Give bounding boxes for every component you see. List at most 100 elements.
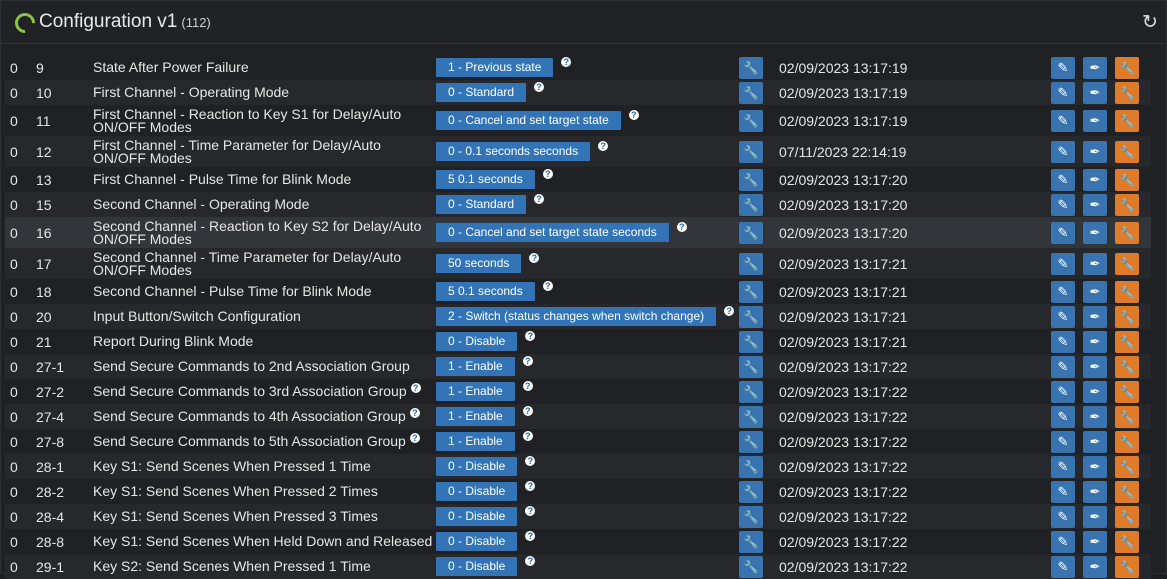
question-icon[interactable]: ?: [409, 432, 420, 443]
value-badge[interactable]: 5 0.1 seconds: [436, 282, 535, 301]
wrench-icon[interactable]: 🔧: [739, 505, 763, 528]
question-icon[interactable]: ?: [534, 193, 545, 204]
value-badge[interactable]: 1 - Enable: [436, 432, 515, 451]
value-badge[interactable]: 1 - Enable: [436, 407, 515, 426]
pencil-icon[interactable]: ✎: [1051, 193, 1075, 216]
wrench-icon[interactable]: 🔧: [739, 455, 763, 478]
value-badge[interactable]: 0 - Standard: [436, 195, 527, 214]
wrench-icon[interactable]: 🔧: [1115, 530, 1139, 553]
value-badge[interactable]: 0 - Disable: [436, 532, 518, 551]
wrench-icon[interactable]: 🔧: [739, 56, 763, 79]
eyedropper-icon[interactable]: ✒: [1083, 193, 1107, 216]
question-icon[interactable]: ?: [561, 56, 572, 67]
wrench-icon[interactable]: 🔧: [1115, 480, 1139, 503]
wrench-icon[interactable]: 🔧: [1115, 221, 1139, 244]
wrench-icon[interactable]: 🔧: [739, 81, 763, 104]
eyedropper-icon[interactable]: ✒: [1083, 505, 1107, 528]
pencil-icon[interactable]: ✎: [1051, 252, 1075, 275]
wrench-icon[interactable]: 🔧: [1115, 430, 1139, 453]
pencil-icon[interactable]: ✎: [1051, 430, 1075, 453]
question-icon[interactable]: ?: [522, 405, 533, 416]
pencil-icon[interactable]: ✎: [1051, 355, 1075, 378]
value-badge[interactable]: 0 - Disable: [436, 457, 518, 476]
value-badge[interactable]: 50 seconds: [436, 254, 522, 273]
pencil-icon[interactable]: ✎: [1051, 330, 1075, 353]
question-icon[interactable]: ?: [525, 480, 536, 491]
pencil-icon[interactable]: ✎: [1051, 221, 1075, 244]
wrench-icon[interactable]: 🔧: [1115, 455, 1139, 478]
wrench-icon[interactable]: 🔧: [1115, 555, 1139, 578]
wrench-icon[interactable]: 🔧: [1115, 355, 1139, 378]
eyedropper-icon[interactable]: ✒: [1083, 405, 1107, 428]
pencil-icon[interactable]: ✎: [1051, 81, 1075, 104]
wrench-icon[interactable]: 🔧: [1115, 109, 1139, 132]
question-icon[interactable]: ?: [409, 407, 420, 418]
wrench-icon[interactable]: 🔧: [739, 252, 763, 275]
value-badge[interactable]: 0 - 0.1 seconds seconds: [436, 142, 591, 161]
pencil-icon[interactable]: ✎: [1051, 305, 1075, 328]
question-icon[interactable]: ?: [525, 530, 536, 541]
value-badge[interactable]: 1 - Enable: [436, 357, 515, 376]
eyedropper-icon[interactable]: ✒: [1083, 221, 1107, 244]
pencil-icon[interactable]: ✎: [1051, 140, 1075, 163]
value-badge[interactable]: 1 - Enable: [436, 382, 515, 401]
question-icon[interactable]: ?: [525, 555, 536, 566]
wrench-icon[interactable]: 🔧: [1115, 405, 1139, 428]
question-icon[interactable]: ?: [724, 305, 735, 316]
eyedropper-icon[interactable]: ✒: [1083, 109, 1107, 132]
eyedropper-icon[interactable]: ✒: [1083, 280, 1107, 303]
eyedropper-icon[interactable]: ✒: [1083, 455, 1107, 478]
question-icon[interactable]: ?: [525, 455, 536, 466]
wrench-icon[interactable]: 🔧: [739, 380, 763, 403]
value-badge[interactable]: 0 - Standard: [436, 83, 527, 102]
pencil-icon[interactable]: ✎: [1051, 56, 1075, 79]
wrench-icon[interactable]: 🔧: [739, 530, 763, 553]
eyedropper-icon[interactable]: ✒: [1083, 480, 1107, 503]
value-badge[interactable]: 0 - Cancel and set target state seconds: [436, 223, 669, 242]
pencil-icon[interactable]: ✎: [1051, 168, 1075, 191]
value-badge[interactable]: 2 - Switch (status changes when switch c…: [436, 307, 717, 326]
eyedropper-icon[interactable]: ✒: [1083, 530, 1107, 553]
wrench-icon[interactable]: 🔧: [739, 405, 763, 428]
wrench-icon[interactable]: 🔧: [1115, 330, 1139, 353]
value-badge[interactable]: 0 - Disable: [436, 557, 518, 576]
wrench-icon[interactable]: 🔧: [1115, 505, 1139, 528]
eyedropper-icon[interactable]: ✒: [1083, 140, 1107, 163]
pencil-icon[interactable]: ✎: [1051, 455, 1075, 478]
wrench-icon[interactable]: 🔧: [739, 430, 763, 453]
question-icon[interactable]: ?: [529, 252, 540, 263]
question-icon[interactable]: ?: [542, 168, 553, 179]
wrench-icon[interactable]: 🔧: [1115, 305, 1139, 328]
wrench-icon[interactable]: 🔧: [1115, 168, 1139, 191]
eyedropper-icon[interactable]: ✒: [1083, 555, 1107, 578]
eyedropper-icon[interactable]: ✒: [1083, 380, 1107, 403]
wrench-icon[interactable]: 🔧: [739, 221, 763, 244]
wrench-icon[interactable]: 🔧: [1115, 56, 1139, 79]
question-icon[interactable]: ?: [542, 280, 553, 291]
value-badge[interactable]: 5 0.1 seconds: [436, 170, 535, 189]
pencil-icon[interactable]: ✎: [1051, 280, 1075, 303]
eyedropper-icon[interactable]: ✒: [1083, 430, 1107, 453]
eyedropper-icon[interactable]: ✒: [1083, 305, 1107, 328]
wrench-icon[interactable]: 🔧: [1115, 252, 1139, 275]
wrench-icon[interactable]: 🔧: [1115, 81, 1139, 104]
eyedropper-icon[interactable]: ✒: [1083, 168, 1107, 191]
eyedropper-icon[interactable]: ✒: [1083, 330, 1107, 353]
pencil-icon[interactable]: ✎: [1051, 505, 1075, 528]
wrench-icon[interactable]: 🔧: [1115, 380, 1139, 403]
wrench-icon[interactable]: 🔧: [739, 168, 763, 191]
question-icon[interactable]: ?: [628, 109, 639, 120]
pencil-icon[interactable]: ✎: [1051, 530, 1075, 553]
eyedropper-icon[interactable]: ✒: [1083, 56, 1107, 79]
pencil-icon[interactable]: ✎: [1051, 109, 1075, 132]
question-icon[interactable]: ?: [522, 430, 533, 441]
question-icon[interactable]: ?: [676, 221, 687, 232]
value-badge[interactable]: 0 - Cancel and set target state: [436, 111, 621, 130]
value-badge[interactable]: 0 - Disable: [436, 507, 518, 526]
wrench-icon[interactable]: 🔧: [1115, 140, 1139, 163]
wrench-icon[interactable]: 🔧: [1115, 193, 1139, 216]
question-icon[interactable]: ?: [522, 355, 533, 366]
value-badge[interactable]: 1 - Previous state: [436, 58, 554, 77]
wrench-icon[interactable]: 🔧: [1115, 280, 1139, 303]
wrench-icon[interactable]: 🔧: [739, 140, 763, 163]
